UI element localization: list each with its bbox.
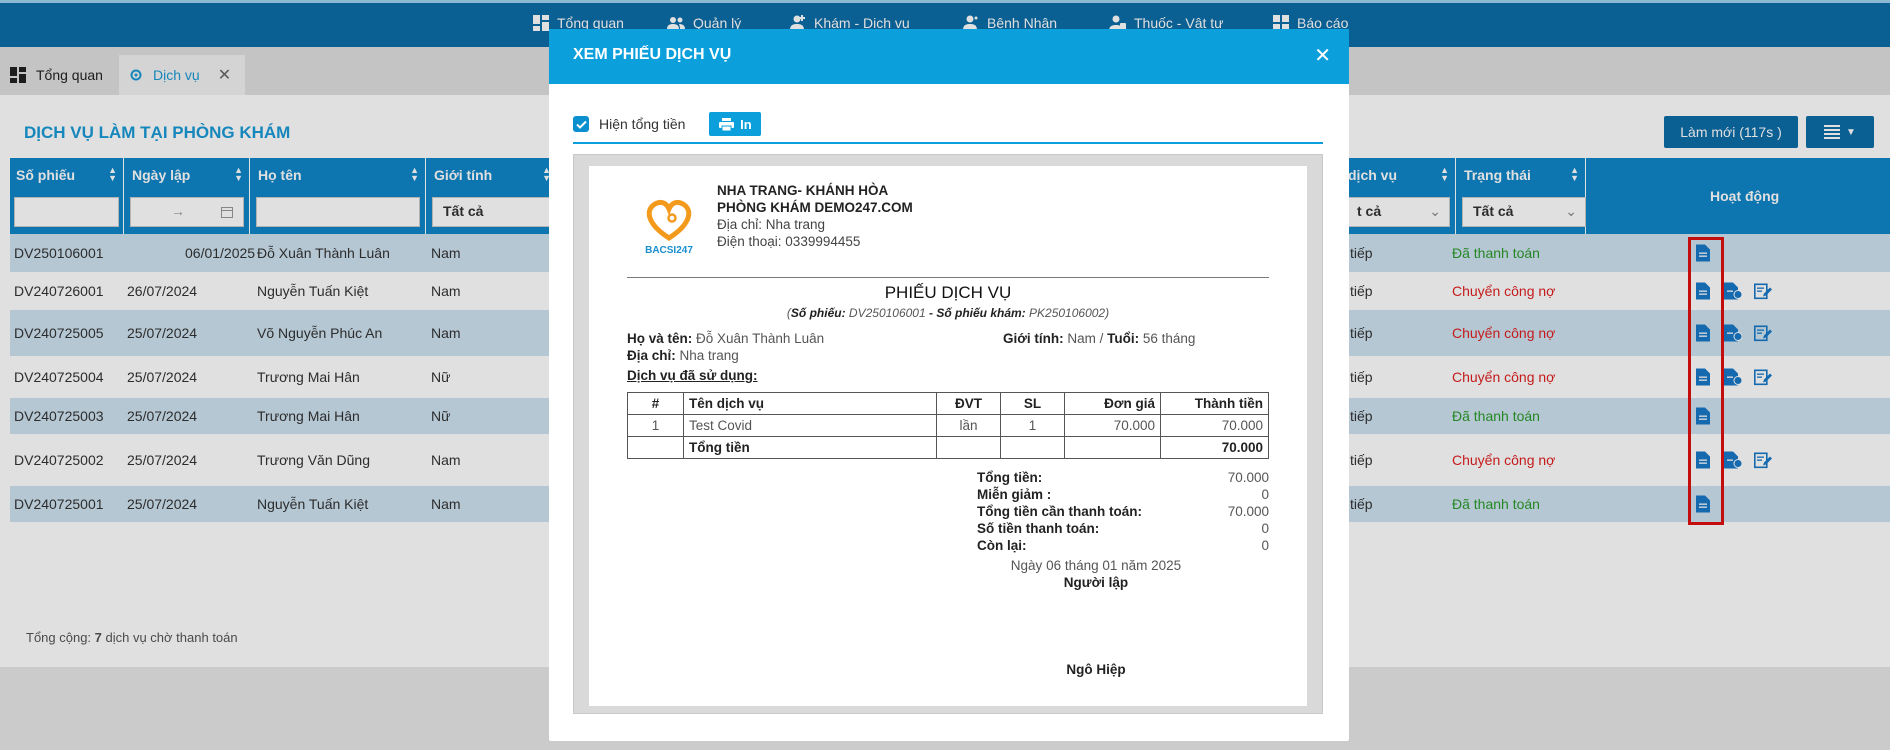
print-button[interactable]: In [709, 112, 762, 136]
summary-row: Tổng tiền cần thanh toán: 70.000 [977, 503, 1269, 520]
summary-row: Tổng tiền: 70.000 [977, 469, 1269, 486]
cell-no: 1 [627, 414, 684, 437]
clinic-phone-value: 0339994455 [785, 234, 861, 249]
clinic-phone: Điện thoại: 0339994455 [717, 233, 913, 250]
gender-value: Nam [1067, 331, 1096, 346]
printer-icon [719, 117, 735, 131]
exam-no-value: PK250106002 [1029, 306, 1106, 320]
summary-row: Còn lại: 0 [977, 537, 1269, 554]
clinic-line-2: PHÒNG KHÁM DEMO247.COM [717, 200, 913, 215]
patient-name-label: Họ và tên: [627, 331, 693, 346]
clinic-address-value: Nha trang [765, 217, 826, 232]
table-row: 1 Test Covid lần 1 70.000 70.000 [627, 414, 1269, 437]
th-amount: Thành tiền [1160, 392, 1269, 415]
summary-value: 0 [1261, 521, 1269, 536]
issue-date: Ngày 06 tháng 01 năm 2025 [1010, 558, 1182, 573]
cell-empty [1000, 436, 1065, 459]
logo-text: BACSI247 [645, 245, 693, 256]
gender-label: Giới tính: [1003, 331, 1064, 346]
document-preview-frame: BACSI247 NHA TRANG- KHÁNH HÒA PHÒNG KHÁM… [573, 154, 1323, 714]
print-label: In [740, 116, 752, 132]
cell-empty [627, 436, 684, 459]
summary-value: 0 [1261, 487, 1269, 502]
age-label: Tuổi: [1107, 331, 1140, 346]
summary-label: Còn lại: [977, 538, 1027, 553]
cell-qty: 1 [1000, 414, 1065, 437]
header-divider [627, 277, 1269, 278]
table-header-row: # Tên dịch vụ ĐVT SL Đơn giá Thành tiền [627, 392, 1269, 415]
summary-label: Miễn giảm : [977, 487, 1052, 502]
cell-amount: 70.000 [1160, 414, 1269, 437]
document-title: PHIẾU DỊCH VỤ [884, 283, 1012, 302]
age-value: 56 tháng [1142, 331, 1196, 346]
exam-no-label: Số phiếu khám: [936, 306, 1026, 320]
th-qty: SL [1000, 392, 1065, 415]
show-total-label: Hiện tổng tiền [599, 116, 686, 132]
cell-unit-price: 70.000 [1064, 414, 1161, 437]
creator-name: Ngô Hiệp [1066, 662, 1126, 677]
close-icon[interactable]: ✕ [1314, 43, 1331, 68]
modal-title: XEM PHIẾU DỊCH VỤ [573, 46, 732, 63]
summary-row: Miễn giảm : 0 [977, 486, 1269, 503]
clinic-address-label: Địa chỉ: [717, 217, 766, 232]
service-receipt-modal: XEM PHIẾU DỊCH VỤ ✕ Hiện tổng tiền In BA… [549, 29, 1349, 741]
clinic-info: NHA TRANG- KHÁNH HÒA PHÒNG KHÁM DEMO247.… [717, 182, 913, 250]
options-divider [573, 142, 1323, 144]
summary-value: 0 [1261, 538, 1269, 553]
modal-header: XEM PHIẾU DỊCH VỤ ✕ [549, 29, 1349, 84]
summary-value: 70.000 [1227, 470, 1269, 485]
patient-address-value: Nha trang [679, 348, 739, 363]
patient-address: Địa chỉ: Nha trang [627, 348, 739, 363]
summary-label: Tổng tiền: [977, 470, 1043, 485]
modal-options: Hiện tổng tiền In [573, 111, 762, 137]
cell-empty [1064, 436, 1161, 459]
services-used-label: Dịch vụ đã sử dụng: [627, 368, 758, 383]
patient-address-label: Địa chỉ: [627, 348, 676, 363]
cell-unit: lần [936, 414, 1001, 437]
cell-service-name: Test Covid [683, 414, 937, 437]
receipt-no-label: Số phiếu: [790, 306, 846, 320]
summary-row: Số tiền thanh toán: 0 [977, 520, 1269, 537]
patient-name: Họ và tên: Đỗ Xuân Thành Luân [627, 331, 824, 346]
total-row-value: 70.000 [1160, 436, 1269, 459]
summary-label: Số tiền thanh toán: [977, 521, 1100, 536]
receipt-no-value: DV250106001 [848, 306, 926, 320]
summary-label: Tổng tiền cần thanh toán: [977, 504, 1142, 519]
th-no: # [627, 392, 684, 415]
summary-value: 70.000 [1227, 504, 1269, 519]
cell-empty [936, 436, 1001, 459]
th-unit-price: Đơn giá [1064, 392, 1161, 415]
patient-gender-age: Giới tính: Nam / Tuổi: 56 tháng [1003, 331, 1196, 346]
th-unit: ĐVT [936, 392, 1001, 415]
clinic-logo: BACSI247 [645, 199, 693, 256]
th-service-name: Tên dịch vụ [683, 392, 937, 415]
clinic-address: Địa chỉ: Nha trang [717, 216, 913, 233]
clinic-phone-label: Điện thoại: [717, 234, 786, 249]
show-total-checkbox[interactable] [573, 116, 589, 132]
total-row-label: Tổng tiền [683, 436, 937, 459]
service-receipt-document: BACSI247 NHA TRANG- KHÁNH HÒA PHÒNG KHÁM… [589, 166, 1307, 706]
check-icon [575, 120, 587, 129]
sub-separator: - [925, 306, 937, 320]
table-total-row: Tổng tiền 70.000 [627, 436, 1269, 459]
clinic-line-1: NHA TRANG- KHÁNH HÒA [717, 183, 889, 198]
document-subtitle: (Số phiếu: DV250106001 - Số phiếu khám: … [786, 306, 1110, 320]
creator-label: Người lập [1063, 575, 1129, 590]
patient-name-value: Đỗ Xuân Thành Luân [696, 331, 825, 346]
services-table: # Tên dịch vụ ĐVT SL Đơn giá Thành tiền … [627, 392, 1269, 459]
payment-summary: Tổng tiền: 70.000 Miễn giảm : 0 Tổng tiền … [977, 469, 1269, 554]
